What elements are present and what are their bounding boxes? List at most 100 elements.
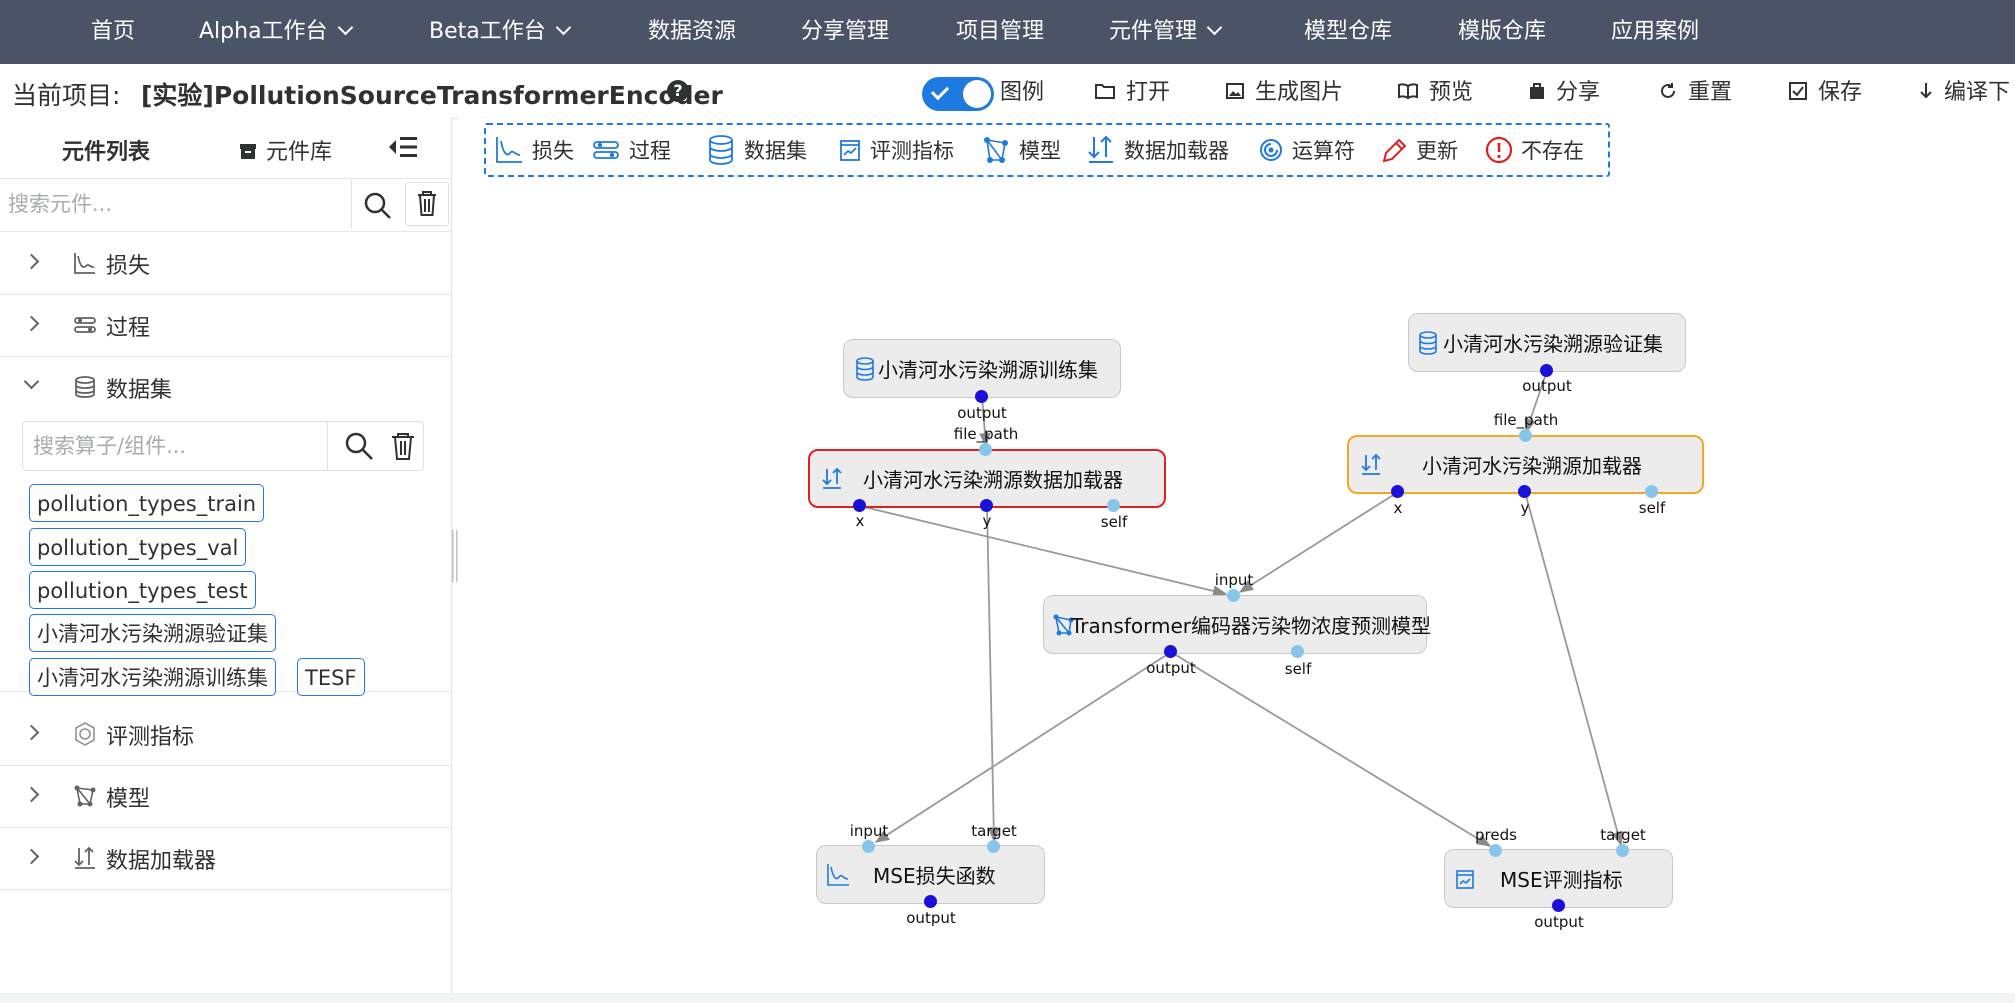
chevron-right-icon xyxy=(23,724,40,741)
database-icon xyxy=(856,356,874,381)
pencil-icon xyxy=(1382,138,1407,163)
nav-use-cases[interactable]: 应用案例 xyxy=(1611,0,1699,64)
legend-item-loss: 损失 xyxy=(494,136,574,166)
database-icon xyxy=(709,135,733,165)
search-icon[interactable] xyxy=(343,430,375,462)
preview-button[interactable]: 预览 xyxy=(1397,78,1473,108)
chevron-down-icon xyxy=(1206,19,1223,36)
loss-chart-icon xyxy=(496,137,522,163)
port-output[interactable] xyxy=(924,895,937,908)
trash-icon[interactable] xyxy=(388,430,418,462)
open-button[interactable]: 打开 xyxy=(1094,78,1170,108)
legend-label: 运算符 xyxy=(1292,139,1355,163)
nav-model-repo[interactable]: 模型仓库 xyxy=(1304,0,1392,64)
legend-toggle[interactable] xyxy=(922,77,994,111)
category-process[interactable]: 过程 xyxy=(0,294,451,357)
port-x[interactable] xyxy=(1391,485,1404,498)
metric-icon xyxy=(75,722,95,746)
dataset-tag[interactable]: 小清河水污染溯源验证集 xyxy=(29,614,276,652)
category-model[interactable]: 模型 xyxy=(0,765,451,828)
generate-image-button[interactable]: 生成图片 xyxy=(1225,78,1343,108)
component-library-tab[interactable]: 元件库 xyxy=(238,134,332,166)
port-input[interactable] xyxy=(862,840,875,853)
metric-icon xyxy=(1456,869,1474,889)
share-button[interactable]: 分享 xyxy=(1528,78,1600,108)
port-self[interactable] xyxy=(1107,499,1120,512)
port-file-path[interactable] xyxy=(1519,429,1532,442)
port-output[interactable] xyxy=(1540,364,1553,377)
clear-search-button[interactable] xyxy=(405,182,449,226)
dataset-search-input[interactable] xyxy=(23,422,328,470)
category-label: 损失 xyxy=(106,254,151,279)
legend-label: 损失 xyxy=(532,139,574,163)
port-label: target xyxy=(971,822,1017,840)
nav-beta-workbench[interactable]: Beta工作台 xyxy=(429,0,572,64)
port-label: output xyxy=(1534,913,1584,931)
compile-button[interactable]: 编译下 xyxy=(1918,78,2010,108)
nav-template-repo[interactable]: 模版仓库 xyxy=(1458,0,1546,64)
nav-component-management[interactable]: 元件管理 xyxy=(1109,0,1223,64)
port-label: output xyxy=(1522,377,1572,395)
port-file-path[interactable] xyxy=(979,443,992,456)
port-input[interactable] xyxy=(1227,589,1240,602)
archive-icon xyxy=(240,144,256,159)
port-preds[interactable] xyxy=(1489,844,1502,857)
port-self[interactable] xyxy=(1291,645,1304,658)
graph-canvas[interactable] xyxy=(459,118,2015,993)
category-dataloader[interactable]: 数据加载器 xyxy=(0,827,451,890)
legend-label: 模型 xyxy=(1019,139,1061,163)
port-output[interactable] xyxy=(975,390,988,403)
port-self[interactable] xyxy=(1645,485,1658,498)
nav-home[interactable]: 首页 xyxy=(91,0,135,64)
dataloader-icon xyxy=(1088,135,1113,163)
dataloader-icon xyxy=(1361,453,1381,475)
port-y[interactable] xyxy=(1518,485,1531,498)
save-button[interactable]: 保存 xyxy=(1788,78,1862,108)
nav-project-management[interactable]: 项目管理 xyxy=(956,0,1044,64)
dataset-tag[interactable]: pollution_types_test xyxy=(29,571,256,609)
legend-item-model: 模型 xyxy=(981,136,1061,166)
sidebar-title[interactable]: 元件列表 xyxy=(62,134,150,166)
legend-item-metric: 评测指标 xyxy=(838,136,954,166)
legend-label: 评测指标 xyxy=(870,139,954,163)
port-label: self xyxy=(1284,660,1312,678)
port-y[interactable] xyxy=(980,499,993,512)
nav-label: 首页 xyxy=(91,19,136,44)
component-library-label: 元件库 xyxy=(266,140,333,165)
dataloader-icon xyxy=(74,846,95,869)
nav-alpha-workbench[interactable]: Alpha工作台 xyxy=(199,0,353,64)
nav-share-management[interactable]: 分享管理 xyxy=(801,0,889,64)
port-target[interactable] xyxy=(987,840,1000,853)
database-icon xyxy=(1419,330,1437,355)
node-model[interactable]: Transformer编码器污染物浓度预测模型 xyxy=(1043,595,1431,654)
port-output[interactable] xyxy=(1552,899,1565,912)
dataset-tag[interactable]: pollution_types_val xyxy=(29,528,247,566)
nav-label: Alpha工作台 xyxy=(199,19,328,44)
sidebar-resize-handle[interactable] xyxy=(452,530,458,582)
dataset-tag[interactable]: 小清河水污染溯源训练集 xyxy=(29,658,276,696)
port-label: input xyxy=(1214,571,1254,589)
dataset-tag[interactable]: pollution_types_train xyxy=(29,484,265,522)
refresh-icon xyxy=(1661,83,1675,98)
node-label: 小清河水污染溯源验证集 xyxy=(1443,332,1663,356)
reset-button[interactable]: 重置 xyxy=(1658,78,1732,108)
port-label: output xyxy=(906,909,956,927)
dataset-tag[interactable]: TESF xyxy=(297,658,365,696)
port-x[interactable] xyxy=(853,499,866,512)
port-target[interactable] xyxy=(1616,844,1629,857)
component-search-input[interactable] xyxy=(0,179,352,229)
nav-label: 模版仓库 xyxy=(1458,19,1547,44)
toggle-knob xyxy=(963,80,991,108)
collapse-menu-icon[interactable] xyxy=(386,132,420,162)
model-graph-icon xyxy=(74,785,96,807)
legend-label: 数据集 xyxy=(744,139,807,163)
port-output[interactable] xyxy=(1164,645,1177,658)
question-circle-icon[interactable]: ? xyxy=(667,80,689,102)
preview-label: 预览 xyxy=(1429,80,1474,105)
category-loss[interactable]: 损失 xyxy=(0,232,451,295)
share-label: 分享 xyxy=(1556,80,1601,105)
nav-data-resources[interactable]: 数据资源 xyxy=(648,0,736,64)
port-label: preds xyxy=(1475,826,1517,844)
category-metric[interactable]: 评测指标 xyxy=(0,703,451,766)
search-icon[interactable] xyxy=(355,187,399,223)
